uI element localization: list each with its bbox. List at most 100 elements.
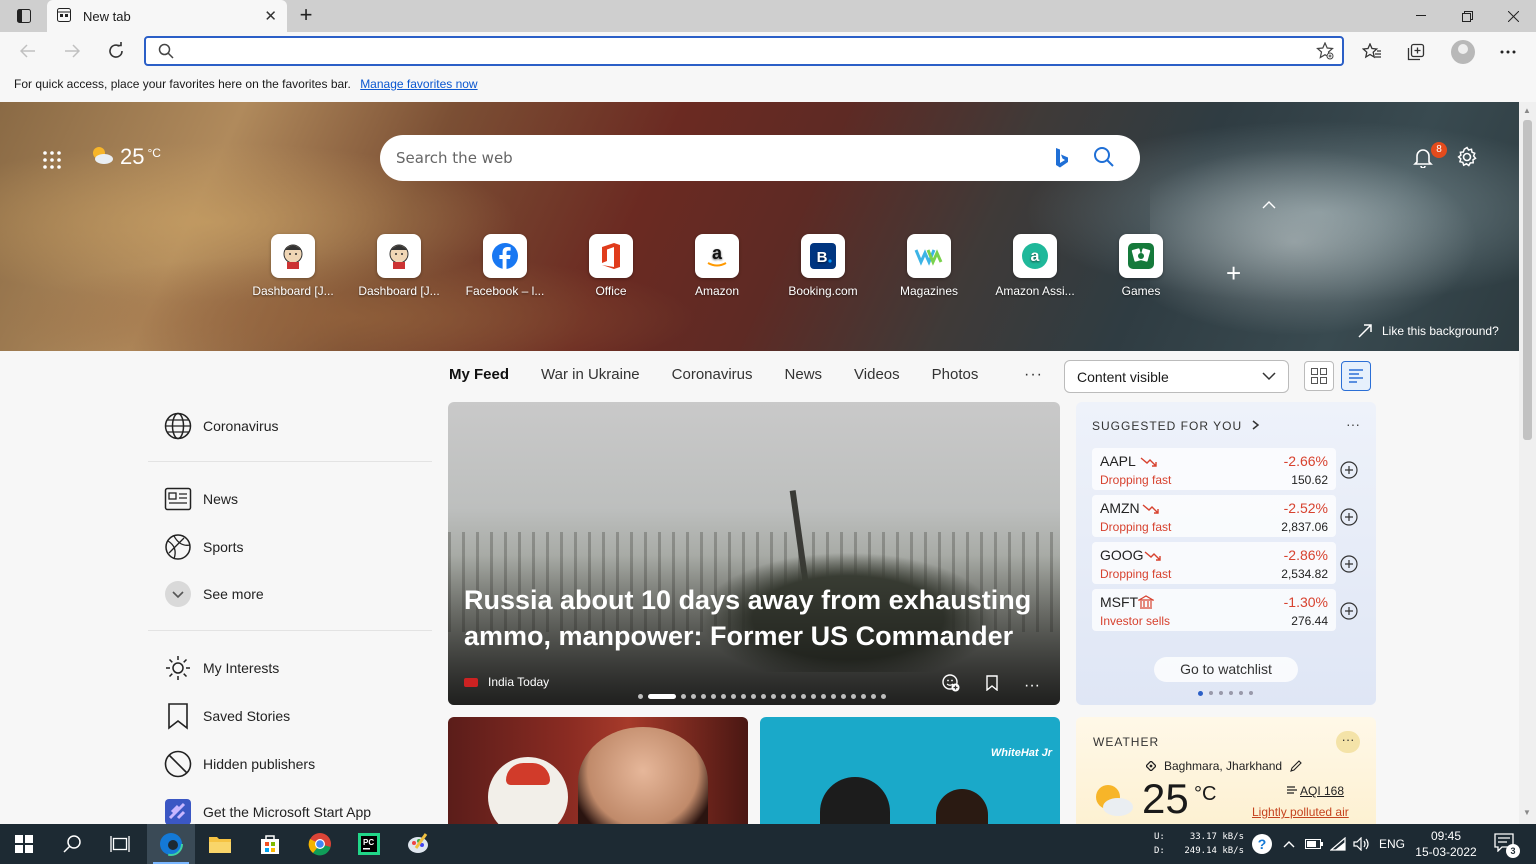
forward-icon[interactable] <box>58 38 86 64</box>
aqi-link[interactable]: AQI 168 <box>1300 784 1344 798</box>
stock-row-goog[interactable]: GOOG Dropping fast -2.86% 2,534.82 <box>1092 542 1336 584</box>
scroll-down-icon[interactable]: ▼ <box>1523 808 1531 817</box>
app-launcher-icon[interactable] <box>40 148 64 172</box>
system-clock[interactable]: 09:45 15-03-2022 <box>1412 828 1480 860</box>
nav-see-more[interactable]: See more <box>164 580 264 608</box>
nav-microsoft-start-app[interactable]: Get the Microsoft Start App <box>164 798 371 826</box>
go-to-watchlist-button[interactable]: Go to watchlist <box>1154 657 1298 682</box>
web-search-input[interactable] <box>396 148 1036 168</box>
article-more-button[interactable]: ··· <box>1024 677 1040 695</box>
add-stock-icon[interactable] <box>1340 555 1358 573</box>
stock-row-amzn[interactable]: AMZN Dropping fast -2.52% 2,837.06 <box>1092 495 1336 537</box>
quick-link-booking[interactable]: B Booking.com <box>770 234 876 298</box>
paint-icon[interactable] <box>394 824 442 864</box>
carousel-indicator[interactable] <box>638 694 891 699</box>
weather-header[interactable]: WEATHER <box>1093 735 1159 749</box>
back-icon[interactable] <box>14 38 42 64</box>
add-favorite-icon[interactable] <box>1316 41 1334 65</box>
tab-war-in-ukraine[interactable]: War in Ukraine <box>541 366 640 383</box>
windows-start-icon[interactable] <box>0 824 48 864</box>
quick-link-jenkins-1[interactable]: Dashboard [J... <box>240 234 346 298</box>
article-headline[interactable]: Russia about 10 days away from exhaustin… <box>464 582 1044 654</box>
favorites-icon[interactable] <box>1360 40 1384 64</box>
nav-my-interests[interactable]: My Interests <box>164 654 279 682</box>
save-bookmark-icon[interactable] <box>986 675 998 696</box>
file-explorer-icon[interactable] <box>196 824 244 864</box>
wifi-icon[interactable] <box>1328 832 1348 856</box>
tab-videos[interactable]: Videos <box>854 366 900 383</box>
add-stock-icon[interactable] <box>1340 461 1358 479</box>
stocks-page-indicator[interactable] <box>1198 691 1259 696</box>
grid-view-button[interactable] <box>1304 361 1334 391</box>
minimize-icon[interactable] <box>1398 0 1444 32</box>
hero-weather[interactable]: 25 °C <box>90 144 161 170</box>
article-card-2[interactable] <box>448 717 748 824</box>
react-icon[interactable] <box>942 674 960 697</box>
feed-more-button[interactable]: ··· <box>1024 366 1043 384</box>
scrollbar-thumb[interactable] <box>1523 120 1532 440</box>
aqi-description[interactable]: Lightly polluted air <box>1252 805 1349 819</box>
close-tab-icon[interactable]: ✕ <box>264 7 277 25</box>
manage-favorites-link[interactable]: Manage favorites now <box>360 77 477 91</box>
pycharm-icon[interactable]: PC <box>345 824 393 864</box>
tab-photos[interactable]: Photos <box>932 366 979 383</box>
nav-sports[interactable]: Sports <box>164 533 243 561</box>
address-bar[interactable] <box>144 36 1344 66</box>
featured-article[interactable]: Russia about 10 days away from exhaustin… <box>448 402 1060 705</box>
nav-saved-stories[interactable]: Saved Stories <box>164 702 290 730</box>
close-window-icon[interactable] <box>1490 0 1536 32</box>
weather-location[interactable]: Baghmara, Jharkhand <box>1146 759 1310 773</box>
nav-hidden-publishers[interactable]: Hidden publishers <box>164 750 315 778</box>
list-view-button[interactable] <box>1341 361 1371 391</box>
quick-link-games[interactable]: Games <box>1088 234 1194 298</box>
weather-more-button[interactable]: ··· <box>1336 731 1360 753</box>
refresh-icon[interactable] <box>102 38 130 64</box>
add-quick-link-button[interactable]: + <box>1226 258 1241 289</box>
volume-icon[interactable] <box>1352 832 1372 856</box>
restore-icon[interactable] <box>1444 0 1490 32</box>
web-search-box[interactable] <box>380 135 1140 181</box>
search-submit-icon[interactable] <box>1093 146 1115 173</box>
tab-my-feed[interactable]: My Feed <box>449 366 509 383</box>
content-visibility-select[interactable]: Content visible <box>1064 360 1289 393</box>
stock-row-aapl[interactable]: AAPL Dropping fast -2.66% 150.62 <box>1092 448 1336 490</box>
quick-link-amazon-assistant[interactable]: a Amazon Assi... <box>982 234 1088 298</box>
action-center-icon[interactable]: 3 <box>1494 832 1520 858</box>
show-hidden-icons-chevron-icon[interactable] <box>1280 832 1298 856</box>
tab-news[interactable]: News <box>785 366 823 383</box>
article-card-3[interactable]: WhiteHat Jr <box>760 717 1060 824</box>
nav-coronavirus[interactable]: Coronavirus <box>164 412 278 440</box>
collapse-quicklinks-icon[interactable] <box>1262 196 1276 212</box>
taskbar-search-icon[interactable] <box>48 824 96 864</box>
battery-icon[interactable] <box>1304 832 1324 856</box>
chrome-icon[interactable] <box>296 824 344 864</box>
add-stock-icon[interactable] <box>1340 508 1358 526</box>
like-background-button[interactable]: Like this background? <box>1358 324 1499 338</box>
stock-row-msft[interactable]: MSFT Investor sells -1.30% 276.44 <box>1092 589 1336 631</box>
add-stock-icon[interactable] <box>1340 602 1358 620</box>
language-indicator[interactable]: ENG <box>1376 832 1408 856</box>
quick-link-facebook[interactable]: Facebook – l... <box>452 234 558 298</box>
quick-link-jenkins-2[interactable]: Dashboard [J... <box>346 234 452 298</box>
tab-coronavirus[interactable]: Coronavirus <box>672 366 753 383</box>
tab-actions-icon[interactable] <box>8 5 40 27</box>
article-source[interactable]: India Today <box>464 675 549 689</box>
stocks-more-button[interactable]: ··· <box>1346 416 1360 432</box>
settings-more-icon[interactable] <box>1496 40 1520 64</box>
tab-new-tab[interactable]: New tab ✕ <box>47 0 287 32</box>
edge-taskbar-icon[interactable] <box>147 824 195 864</box>
task-view-icon[interactable] <box>96 824 144 864</box>
quick-link-magazines[interactable]: Magazines <box>876 234 982 298</box>
nav-news[interactable]: News <box>164 485 238 513</box>
bing-icon[interactable] <box>1054 147 1070 174</box>
scroll-up-icon[interactable]: ▲ <box>1523 106 1531 115</box>
profile-avatar[interactable] <box>1451 40 1475 64</box>
page-settings-icon[interactable] <box>1456 146 1478 173</box>
help-icon[interactable]: ? <box>1250 832 1274 856</box>
quick-link-amazon[interactable]: a Amazon <box>664 234 770 298</box>
microsoft-store-icon[interactable] <box>246 824 294 864</box>
collections-icon[interactable] <box>1404 40 1428 64</box>
stocks-header[interactable]: SUGGESTED FOR YOU <box>1092 419 1260 433</box>
page-scrollbar[interactable]: ▲ ▼ <box>1519 102 1536 824</box>
quick-link-office[interactable]: Office <box>558 234 664 298</box>
